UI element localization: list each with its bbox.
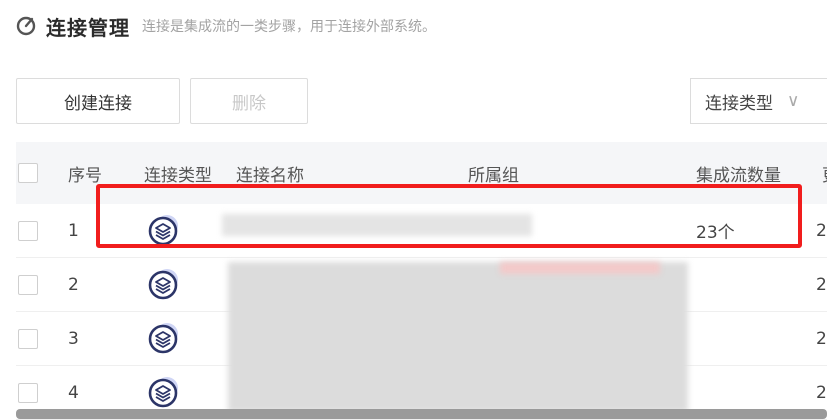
- row-index: 1: [68, 220, 79, 241]
- row-updated: 2: [816, 274, 827, 295]
- row-checkbox[interactable]: [18, 274, 38, 295]
- redacted-region: [500, 262, 660, 274]
- stack-layers-icon: [148, 322, 178, 353]
- chevron-down-icon: ∨: [787, 91, 800, 111]
- toolbar: 创建连接 删除 连接类型 ∨: [16, 78, 827, 128]
- column-header-updated: 更: [822, 142, 827, 204]
- row-type: [144, 258, 180, 311]
- connection-type-select-value: 连接类型: [705, 93, 773, 114]
- row-index: 2: [68, 274, 79, 295]
- select-all-checkbox[interactable]: [18, 163, 38, 183]
- row-checkbox[interactable]: [18, 220, 38, 241]
- delete-button[interactable]: 删除: [190, 78, 308, 124]
- create-connection-button[interactable]: 创建连接: [16, 78, 180, 124]
- refresh-icon[interactable]: [14, 14, 38, 38]
- page-header: 连接管理 连接是集成流的一类步骤，用于连接外部系统。: [14, 8, 436, 44]
- connection-type-select[interactable]: 连接类型 ∨: [690, 78, 827, 124]
- page-description: 连接是集成流的一类步骤，用于连接外部系统。: [142, 19, 436, 35]
- row-type: [144, 312, 180, 365]
- horizontal-scrollbar[interactable]: [16, 409, 827, 419]
- page-title: 连接管理: [46, 15, 130, 40]
- stack-layers-icon: [148, 376, 178, 407]
- stack-layers-icon: [148, 268, 178, 299]
- row-updated: 2: [816, 328, 827, 349]
- row-updated: 2: [816, 220, 827, 241]
- row-checkbox[interactable]: [18, 328, 38, 349]
- row-checkbox[interactable]: [18, 382, 38, 403]
- highlight-box: [96, 184, 802, 248]
- row-index: 3: [68, 328, 79, 349]
- redacted-region: [228, 262, 688, 412]
